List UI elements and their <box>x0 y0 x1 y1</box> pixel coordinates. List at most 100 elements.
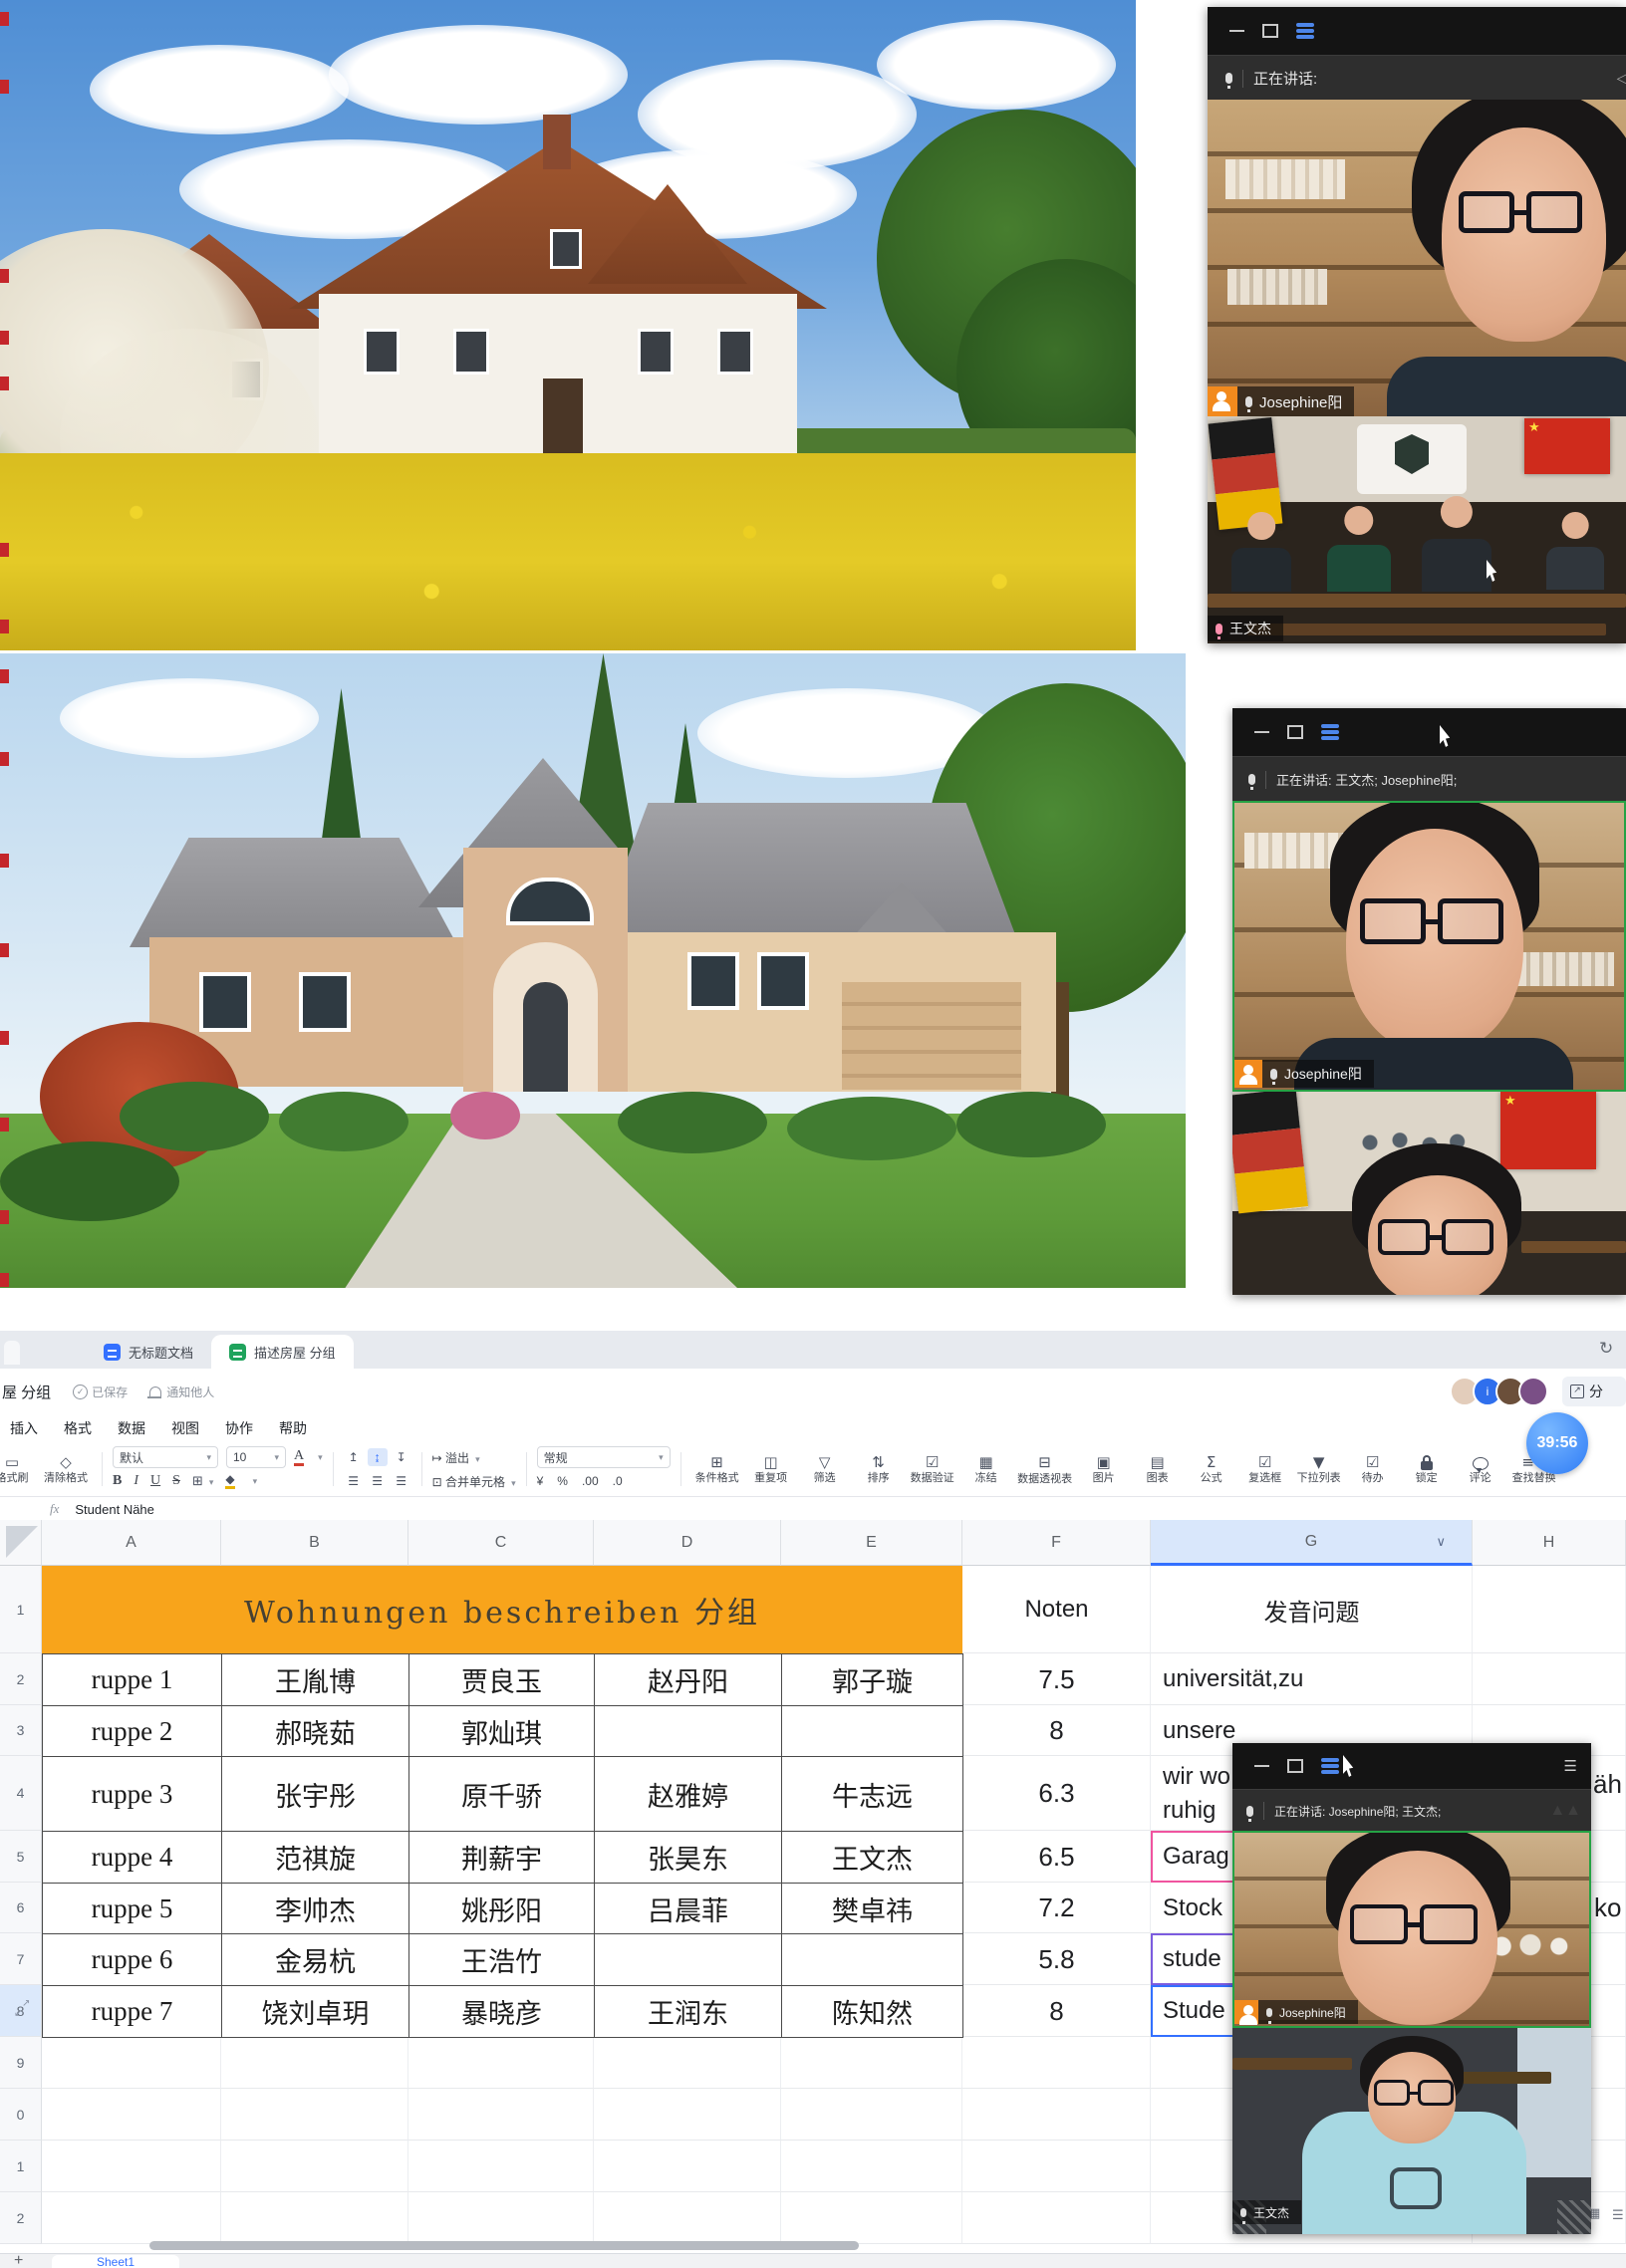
table-cell[interactable]: 范祺旋 <box>221 1831 409 1884</box>
sort-button[interactable]: ⇅排序 <box>853 1454 905 1485</box>
cell[interactable] <box>221 2089 408 2141</box>
table-title-cell[interactable]: Wohnungen beschreiben 分组 <box>42 1566 962 1653</box>
bold-button[interactable]: B <box>113 1473 122 1489</box>
freeze-button[interactable]: ▦冻结 <box>960 1454 1012 1485</box>
column-header-G[interactable]: G∨ <box>1151 1520 1473 1566</box>
cell[interactable] <box>1473 1653 1626 1705</box>
cell[interactable] <box>42 2089 221 2141</box>
expand-rows-icon[interactable]: ↗ <box>22 1999 30 2009</box>
row-header-6[interactable]: 6 <box>0 1883 42 1933</box>
valign-top-button[interactable]: ↥ <box>344 1448 364 1466</box>
table-cell[interactable]: 王润东 <box>594 1985 782 2038</box>
cell[interactable] <box>594 2141 781 2192</box>
column-header-D[interactable]: D <box>594 1520 781 1566</box>
menu-item-插入[interactable]: 插入 <box>10 1418 38 1438</box>
cell[interactable] <box>594 2192 781 2244</box>
formula-button[interactable]: Σ公式 <box>1186 1454 1237 1485</box>
row-header-12[interactable]: 2 <box>0 2192 42 2244</box>
menu-item-协作[interactable]: 协作 <box>225 1418 253 1438</box>
menu-item-格式[interactable]: 格式 <box>64 1418 92 1438</box>
menu-item-帮助[interactable]: 帮助 <box>279 1418 307 1438</box>
table-cell[interactable] <box>781 1705 963 1757</box>
cell[interactable] <box>962 2037 1151 2089</box>
dropdown-list-button[interactable]: ▼下拉列表 <box>1293 1454 1345 1485</box>
column-header-B[interactable]: B <box>221 1520 408 1566</box>
note-cell[interactable]: 5.8 <box>962 1933 1151 1985</box>
cell[interactable] <box>594 2037 781 2089</box>
row-header-8[interactable]: 8↗↙ <box>0 1985 42 2037</box>
todo-button[interactable]: ☑待办 <box>1347 1454 1399 1485</box>
column-header-H[interactable]: H <box>1473 1520 1626 1566</box>
restore-icon[interactable] <box>1287 1759 1303 1773</box>
video-tile-student[interactable]: 王文杰 <box>1232 2028 1591 2234</box>
notify-label[interactable]: 通知他人 <box>166 1384 214 1400</box>
cell[interactable] <box>408 2192 594 2244</box>
table-cell[interactable]: 郝晓茹 <box>221 1705 409 1757</box>
table-cell[interactable]: ruppe 2 <box>42 1705 222 1757</box>
minimize-icon[interactable] <box>1254 1765 1269 1767</box>
column-header-F[interactable]: F <box>962 1520 1151 1566</box>
window-titlebar[interactable] <box>1208 7 1626 55</box>
table-cell[interactable]: 王浩竹 <box>408 1933 595 1986</box>
layout-stack-icon[interactable] <box>1296 23 1314 39</box>
table-cell[interactable]: 金易杭 <box>221 1933 409 1986</box>
filter-button[interactable]: ▽筛选 <box>799 1454 851 1485</box>
table-cell[interactable]: 饶刘卓玥 <box>221 1985 409 2038</box>
table-cell[interactable]: 郭子璇 <box>781 1653 963 1706</box>
merge-cells-button[interactable]: ⊡ 合并单元格▾ <box>432 1473 516 1490</box>
data-validation-button[interactable]: ☑数据验证 <box>907 1454 958 1485</box>
cell[interactable] <box>42 2037 221 2089</box>
note-cell[interactable]: 8 <box>962 1985 1151 2037</box>
table-cell[interactable]: 陈知然 <box>781 1985 963 2038</box>
video-tile-classroom[interactable]: 王文杰 <box>1208 416 1626 643</box>
sheet-tab[interactable]: Sheet1 <box>52 2255 179 2268</box>
valign-bottom-button[interactable]: ↧ <box>392 1448 411 1466</box>
layout-stack-icon[interactable] <box>1321 724 1339 740</box>
minimize-icon[interactable] <box>1229 30 1244 32</box>
cell[interactable] <box>594 2089 781 2141</box>
table-cell[interactable]: 李帅杰 <box>221 1883 409 1934</box>
cell[interactable] <box>42 2141 221 2192</box>
row-header-5[interactable]: 5 <box>0 1831 42 1883</box>
table-cell[interactable]: 荆薪宇 <box>408 1831 595 1884</box>
decimal-increase-button[interactable]: .00 <box>582 1474 599 1488</box>
table-cell[interactable]: 原千骄 <box>408 1756 595 1832</box>
clear-format-button[interactable]: ◇清除格式 <box>40 1454 92 1484</box>
decimal-decrease-button[interactable]: .0 <box>613 1474 623 1488</box>
row-header-4[interactable]: 4 <box>0 1756 42 1831</box>
menu-item-数据[interactable]: 数据 <box>118 1418 145 1438</box>
note-cell[interactable]: 6.5 <box>962 1831 1151 1883</box>
row-header-2[interactable]: 2 <box>0 1653 42 1705</box>
cell[interactable] <box>408 2089 594 2141</box>
cell[interactable] <box>408 2141 594 2192</box>
video-tile-presenter[interactable]: Josephine阳 <box>1232 1831 1591 2028</box>
resize-grip[interactable] <box>1557 2200 1591 2234</box>
horizontal-scrollbar[interactable] <box>149 2241 859 2250</box>
list-menu-icon[interactable]: ☰ <box>1612 2207 1624 2223</box>
percent-button[interactable]: % <box>557 1474 568 1488</box>
image-button[interactable]: ▣图片 <box>1078 1454 1130 1485</box>
column-header-E[interactable]: E <box>781 1520 962 1566</box>
noten-header-cell[interactable]: Noten <box>962 1566 1151 1653</box>
cell[interactable] <box>781 2089 962 2141</box>
overflow-button[interactable]: ↦ 溢出▾ <box>432 1449 480 1466</box>
pronunciation-header-cell[interactable]: 发音问题 <box>1151 1566 1473 1653</box>
checkbox-button[interactable]: ☑复选框 <box>1239 1454 1291 1485</box>
pivot-table-button[interactable]: ⊟数据透视表 <box>1014 1454 1076 1485</box>
video-call-window-1[interactable]: 正在讲话: ◁) Josephine阳 <box>1208 7 1626 643</box>
share-button[interactable]: ↗ 分 <box>1562 1377 1626 1406</box>
row-header-7[interactable]: 7 <box>0 1933 42 1985</box>
table-cell[interactable]: 赵雅婷 <box>594 1756 782 1832</box>
table-cell[interactable]: 张昊东 <box>594 1831 782 1884</box>
table-cell[interactable]: 姚彤阳 <box>408 1883 595 1934</box>
duplicates-button[interactable]: ◫重复项 <box>745 1454 797 1485</box>
formula-bar[interactable]: fx Student Nähe <box>0 1496 1626 1522</box>
table-cell[interactable]: 吕晨菲 <box>594 1883 782 1934</box>
expand-rows-icon2[interactable]: ↙ <box>14 2009 22 2019</box>
video-tile-presenter[interactable]: Josephine阳 <box>1208 100 1626 416</box>
borders-button[interactable]: ⊞▾ <box>192 1473 213 1489</box>
row-header-10[interactable]: 0 <box>0 2089 42 2141</box>
valign-middle-button[interactable]: ↨ <box>368 1448 388 1466</box>
column-header-A[interactable]: A <box>42 1520 221 1566</box>
cell[interactable] <box>221 2037 408 2089</box>
